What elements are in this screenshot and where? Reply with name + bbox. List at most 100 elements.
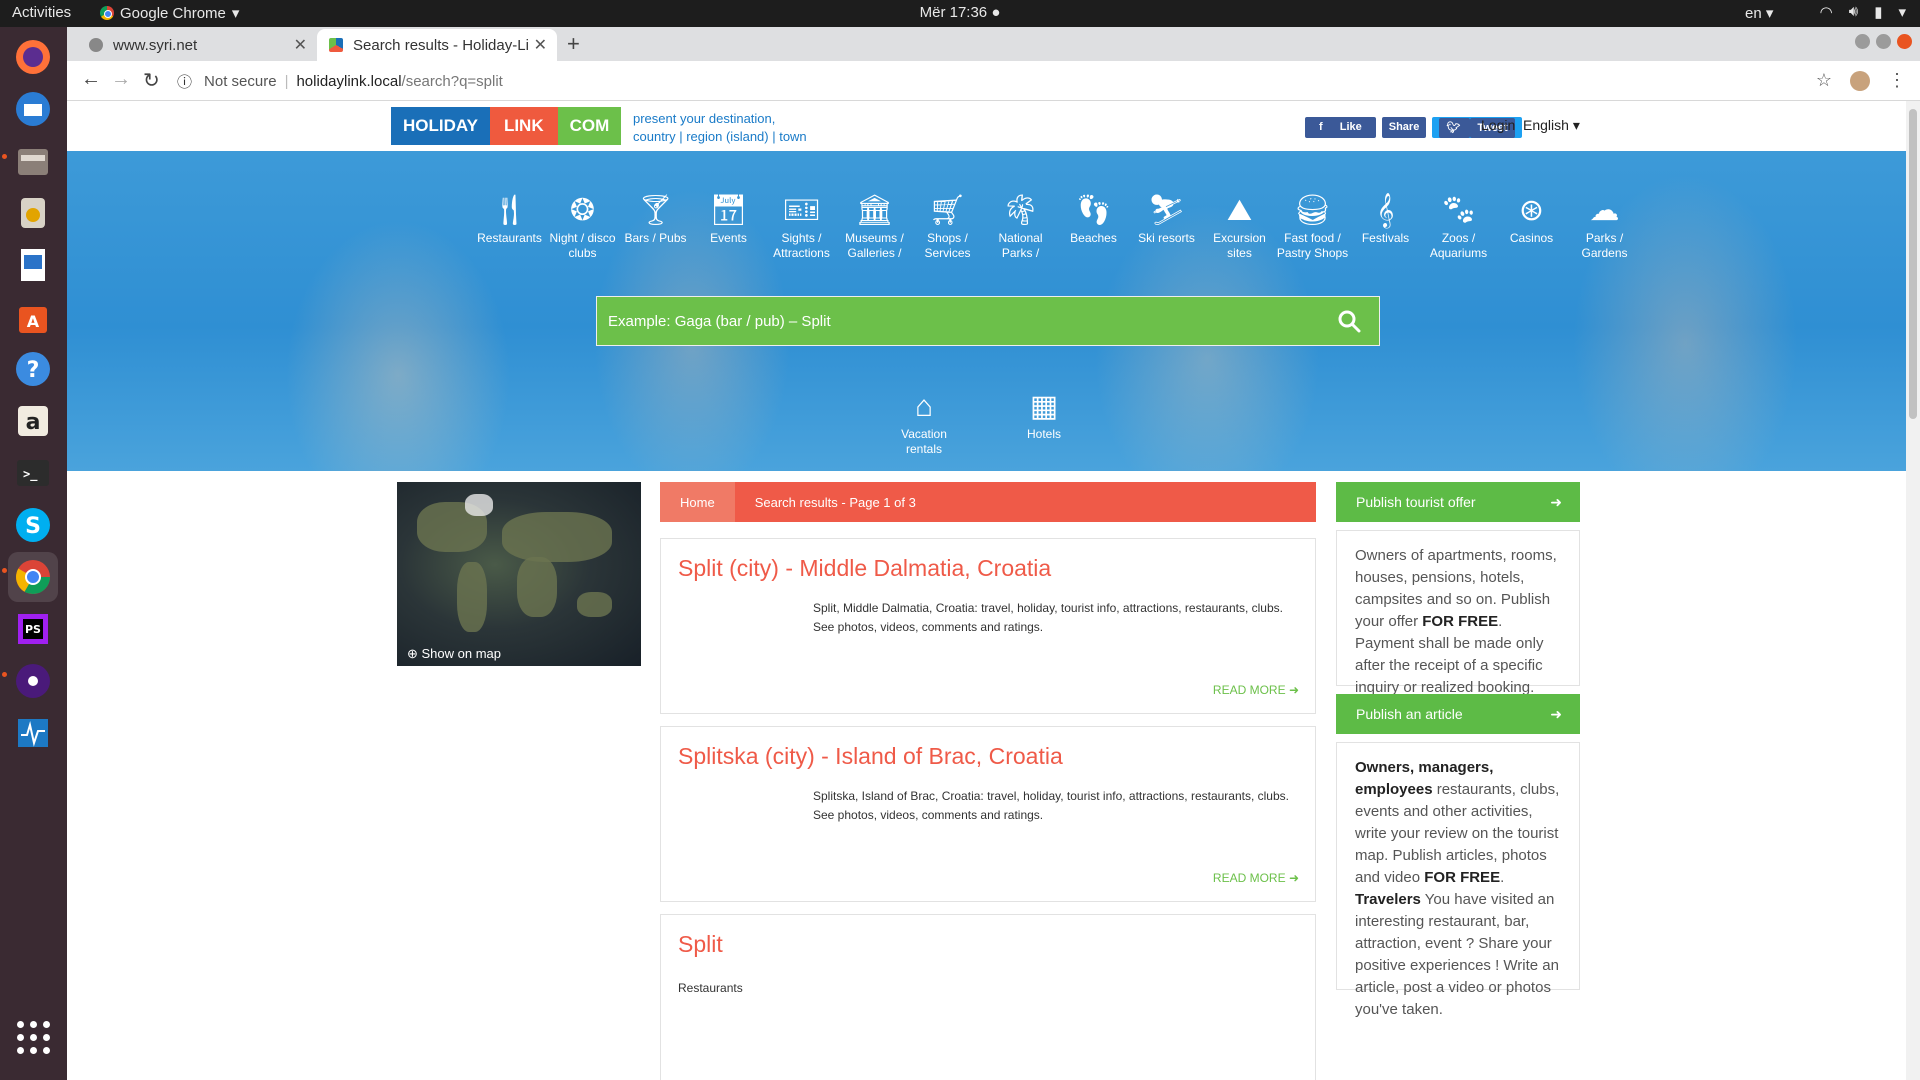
category-bars[interactable]: 🍸︎ Bars / Pubs xyxy=(619,191,692,261)
files-icon[interactable] xyxy=(8,136,58,186)
close-icon[interactable]: ✕ xyxy=(294,35,307,55)
terminal-icon[interactable]: >_ xyxy=(8,448,58,498)
category-restaurants[interactable]: 🍴︎ Restaurants xyxy=(473,191,546,261)
facebook-like-button[interactable]: f Like xyxy=(1305,117,1376,138)
category-shops[interactable]: 🛒︎ Shops / Services xyxy=(911,191,984,261)
category-national-parks[interactable]: 🌴︎ National Parks / xyxy=(984,191,1057,261)
breadcrumb-current: Search results - Page 1 of 3 xyxy=(754,494,916,510)
minimize-button[interactable] xyxy=(1855,34,1870,49)
facebook-icon: f xyxy=(1312,117,1333,137)
back-arrow-icon[interactable]: ← xyxy=(81,68,101,91)
show-on-map-button[interactable]: ⊕ Show on map xyxy=(407,646,501,662)
tickets-icon: 🎫︎ xyxy=(782,194,821,227)
thunderbird-icon[interactable] xyxy=(8,84,58,134)
search-button[interactable] xyxy=(1319,297,1379,345)
browser-tab-active[interactable]: Search results - Holiday-Li ✕ xyxy=(317,29,557,61)
toolbar-actions: ☆ ⋮ xyxy=(1816,70,1906,91)
forward-arrow-icon[interactable]: → xyxy=(111,68,131,91)
map-landmass xyxy=(577,592,612,617)
page-scrollbar[interactable] xyxy=(1906,101,1920,1080)
accommodation-nav: ⌂ Vacation rentals ▦ Hotels xyxy=(884,387,1084,457)
input-language-indicator[interactable]: en ▾ xyxy=(1745,4,1773,22)
browser-tab[interactable]: www.syri.net ✕ xyxy=(77,29,317,61)
podcast-icon[interactable] xyxy=(8,656,58,706)
category-zoos[interactable]: 🐾︎ Zoos / Aquariums xyxy=(1422,191,1495,261)
museum-icon: 🏛︎ xyxy=(855,194,894,227)
login-link[interactable]: Login xyxy=(1481,117,1515,133)
amazon-icon[interactable]: a xyxy=(8,396,58,446)
maximize-button[interactable] xyxy=(1876,34,1891,49)
map-landmass xyxy=(517,557,557,617)
close-icon[interactable]: ✕ xyxy=(534,35,547,55)
category-events[interactable]: 📅︎ Events xyxy=(692,191,765,261)
running-indicator xyxy=(2,672,7,677)
phpstorm-icon[interactable]: PS xyxy=(8,604,58,654)
twitter-icon: 🐦︎ xyxy=(1439,118,1471,138)
article-text: . xyxy=(1500,869,1505,886)
category-label: Zoos / Aquariums xyxy=(1429,231,1488,260)
scrollbar-thumb[interactable] xyxy=(1909,109,1917,419)
star-icon[interactable]: ☆ xyxy=(1816,70,1832,91)
basket-icon: 🛒︎ xyxy=(928,194,967,227)
result-title[interactable]: Split xyxy=(678,931,723,958)
running-indicator xyxy=(2,568,7,573)
rhythmbox-icon[interactable] xyxy=(8,188,58,238)
result-title[interactable]: Split (city) - Middle Dalmatia, Croatia xyxy=(678,555,1051,582)
svg-text:>_: >_ xyxy=(23,467,38,482)
activities-button[interactable]: Activities xyxy=(12,4,71,21)
writer-icon[interactable] xyxy=(8,240,58,290)
category-sights[interactable]: 🎫︎ Sights / Attractions xyxy=(765,191,838,261)
site-logo[interactable]: HOLIDAY LINK COM xyxy=(391,107,622,145)
category-excursion-sites[interactable]: ⛰︎ Excursion sites xyxy=(1203,191,1276,261)
category-ski-resorts[interactable]: ⛷︎ Ski resorts xyxy=(1130,191,1203,261)
breadcrumb-home[interactable]: Home xyxy=(660,482,735,522)
category-fast-food[interactable]: 🍔︎ Fast food / Pastry Shops xyxy=(1276,191,1349,261)
result-title[interactable]: Splitska (city) - Island of Brac, Croati… xyxy=(678,743,1063,770)
cocktail-icon: 🍸︎ xyxy=(636,194,675,227)
category-hotels[interactable]: ▦ Hotels xyxy=(1004,387,1084,457)
app-menu[interactable]: Google Chrome ▾ xyxy=(100,4,239,22)
category-vacation-rentals[interactable]: ⌂ Vacation rentals xyxy=(884,387,964,457)
category-festivals[interactable]: 𝄞 Festivals xyxy=(1349,191,1422,261)
show-applications-icon[interactable] xyxy=(8,1012,58,1062)
system-tray[interactable]: ◠ 🔊︎ ▮ ▾ xyxy=(1820,3,1906,21)
svg-text:a: a xyxy=(26,410,41,435)
category-casinos[interactable]: ⊛ Casinos xyxy=(1495,191,1568,261)
plus-circle-icon: ⊕ xyxy=(407,646,422,661)
paw-icon: 🐾︎ xyxy=(1439,194,1478,227)
new-tab-button[interactable]: + xyxy=(567,31,580,57)
clock-label: Mër 17:36 xyxy=(919,4,988,21)
help-icon[interactable]: ? xyxy=(8,344,58,394)
chrome-icon[interactable] xyxy=(8,552,58,602)
firefox-icon[interactable] xyxy=(8,32,58,82)
reload-icon[interactable]: ↻ xyxy=(143,68,160,93)
category-museums[interactable]: 🏛︎ Museums / Galleries / xyxy=(838,191,911,261)
search-result: Split Restaurants xyxy=(660,914,1316,1080)
system-top-bar: Activities Google Chrome ▾ Mër 17:36 ● e… xyxy=(0,0,1920,27)
language-select[interactable]: English ▾ xyxy=(1523,117,1580,134)
facebook-share-button[interactable]: Share xyxy=(1381,117,1427,138)
category-night-clubs[interactable]: ❂ Night / disco clubs xyxy=(546,191,619,261)
clock[interactable]: Mër 17:36 ● xyxy=(920,4,1001,21)
result-description: Splitska, Island of Brac, Croatia: trave… xyxy=(813,789,1289,822)
system-monitor-icon[interactable] xyxy=(8,708,58,758)
read-more-link[interactable]: READ MORE ➜ xyxy=(1213,683,1299,697)
category-parks[interactable]: ☁︎ Parks / Gardens xyxy=(1568,191,1641,261)
publish-article-button[interactable]: Publish an article ➜ xyxy=(1336,694,1580,734)
software-center-icon[interactable]: A xyxy=(8,292,58,342)
logo-part-com: COM xyxy=(557,107,622,145)
more-menu-icon[interactable]: ⋮ xyxy=(1888,70,1906,91)
wifi-icon: ◠ xyxy=(1819,4,1833,21)
read-more-link[interactable]: READ MORE ➜ xyxy=(1213,871,1299,885)
category-beaches[interactable]: 👣︎ Beaches xyxy=(1057,191,1130,261)
publish-offer-button[interactable]: Publish tourist offer ➜ xyxy=(1336,482,1580,522)
map-preview[interactable]: ⊕ Show on map xyxy=(397,482,641,666)
search-input[interactable] xyxy=(597,297,1319,345)
skype-icon[interactable]: S xyxy=(8,500,58,550)
category-label: Festivals xyxy=(1361,231,1410,245)
publish-article-label: Publish an article xyxy=(1356,706,1463,722)
close-window-button[interactable] xyxy=(1897,34,1912,49)
avatar[interactable] xyxy=(1850,70,1870,91)
skier-icon: ⛷︎ xyxy=(1147,194,1186,227)
address-bar[interactable]: ⓘ Not secure | holidaylink.local /search… xyxy=(177,66,1737,96)
